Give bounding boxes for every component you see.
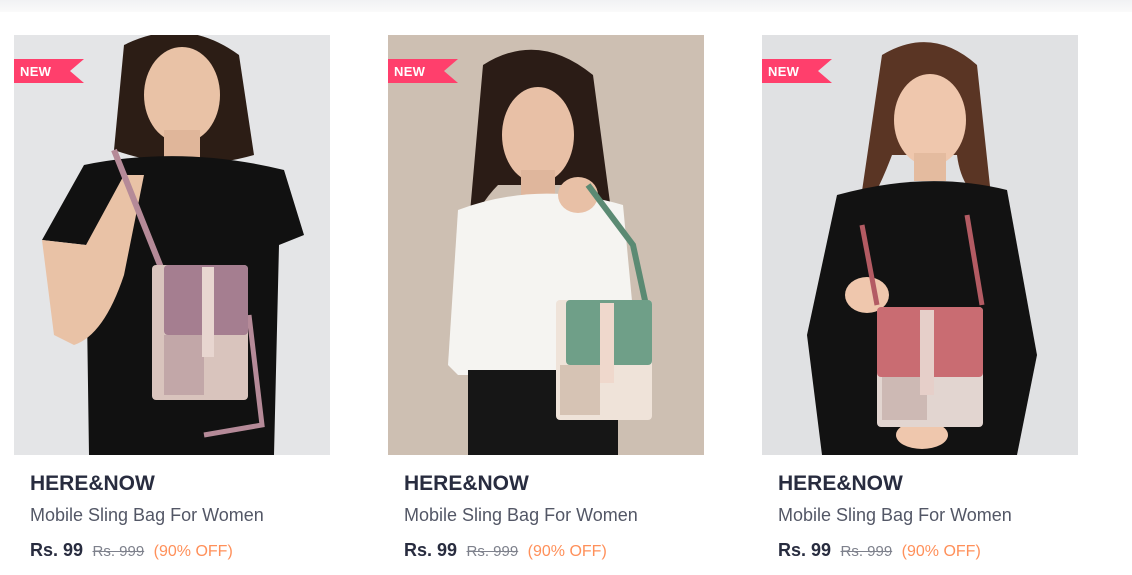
new-badge: NEW (762, 59, 832, 83)
price-row: Rs. 99 Rs. 999 (90% OFF) (404, 539, 700, 563)
top-bar (0, 0, 1132, 12)
product-photo (762, 35, 1078, 455)
product-brand: HERE&NOW (30, 472, 155, 495)
product-name: Mobile Sling Bag For Women (404, 505, 638, 525)
price-row: Rs. 99 Rs. 999 (90% OFF) (30, 539, 326, 563)
product-card[interactable]: NEW HERE&NOW Mobile Sling Bag For Women … (762, 35, 1078, 575)
price-row: Rs. 99 Rs. 999 (90% OFF) (778, 539, 1074, 563)
product-name: Mobile Sling Bag For Women (30, 505, 264, 525)
new-badge-label: NEW (768, 63, 800, 79)
product-image[interactable]: NEW (762, 35, 1078, 455)
product-discount: (90% OFF) (527, 543, 607, 560)
product-info: HERE&NOW Mobile Sling Bag For Women Rs. … (778, 471, 1074, 563)
product-photo (388, 35, 704, 455)
product-card[interactable]: NEW HERE&NOW Mobile Sling Bag For Women … (388, 35, 704, 575)
product-grid: NEW HERE&NOW Mobile Sling Bag For Women … (14, 35, 1132, 575)
product-info: HERE&NOW Mobile Sling Bag For Women Rs. … (404, 471, 700, 563)
product-discount: (90% OFF) (901, 543, 981, 560)
product-discount: (90% OFF) (153, 543, 233, 560)
product-mrp: Rs. 999 (92, 543, 145, 560)
new-badge-label: NEW (20, 63, 52, 79)
product-brand: HERE&NOW (778, 472, 903, 495)
product-image[interactable]: NEW (14, 35, 330, 455)
product-brand: HERE&NOW (404, 472, 529, 495)
product-price: Rs. 99 (30, 540, 84, 560)
product-price: Rs. 99 (778, 540, 832, 560)
product-photo (14, 35, 330, 455)
new-badge: NEW (14, 59, 84, 83)
new-badge-label: NEW (394, 63, 426, 79)
product-image[interactable]: NEW (388, 35, 704, 455)
product-price: Rs. 99 (404, 540, 458, 560)
product-info: HERE&NOW Mobile Sling Bag For Women Rs. … (30, 471, 326, 563)
product-name: Mobile Sling Bag For Women (778, 505, 1012, 525)
product-mrp: Rs. 999 (840, 543, 893, 560)
new-badge: NEW (388, 59, 458, 83)
product-card[interactable]: NEW HERE&NOW Mobile Sling Bag For Women … (14, 35, 330, 575)
product-mrp: Rs. 999 (466, 543, 519, 560)
